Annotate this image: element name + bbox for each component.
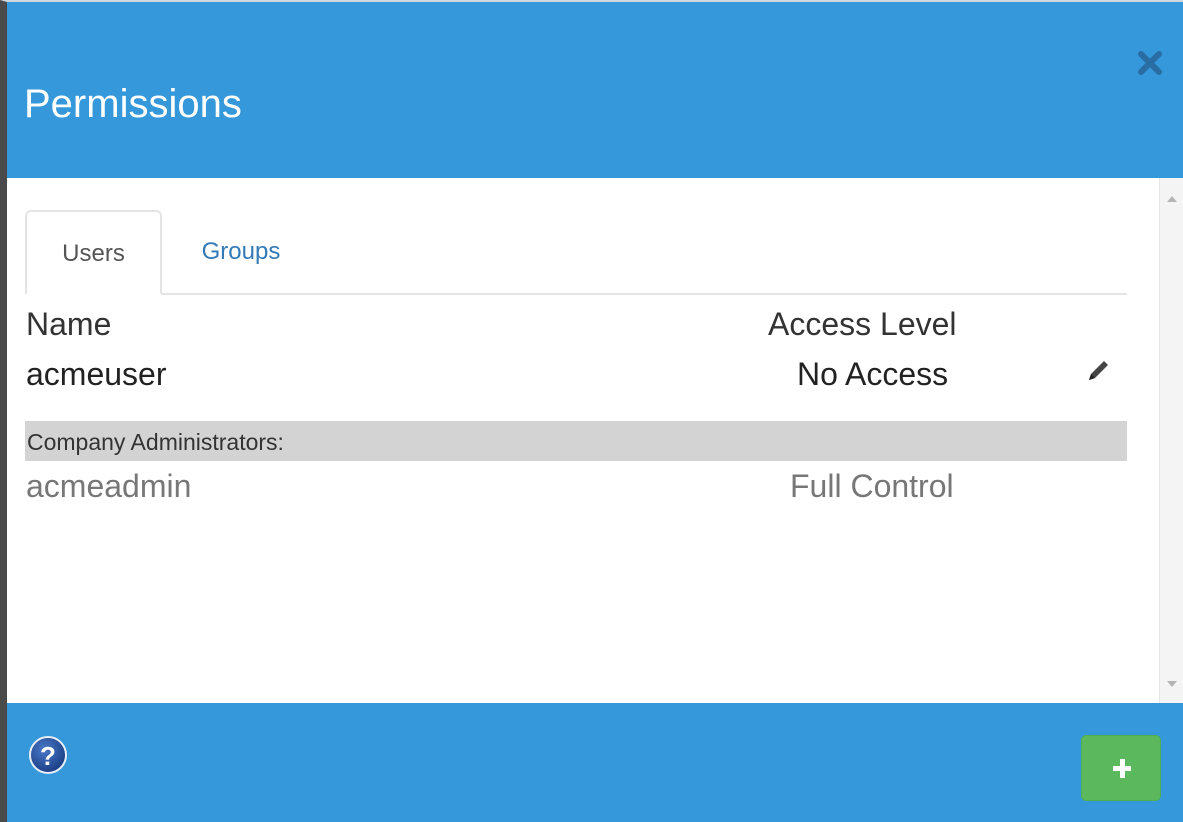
close-button[interactable] <box>1135 48 1165 78</box>
group-section-label: Company Administrators: <box>27 429 284 455</box>
column-header-name: Name <box>26 306 112 342</box>
group-member-name: acmeadmin <box>26 468 192 504</box>
group-section-header: Company Administrators: <box>25 421 1127 461</box>
column-header-access-level: Access Level <box>768 306 957 342</box>
scroll-down-arrow[interactable] <box>1167 681 1177 687</box>
help-button[interactable]: ? <box>28 735 68 775</box>
vertical-scrollbar[interactable] <box>1159 178 1183 703</box>
user-access-level: No Access <box>797 356 949 392</box>
scroll-up-arrow[interactable] <box>1167 196 1177 202</box>
dialog-header: Permissions <box>7 2 1183 178</box>
tab-groups[interactable]: Groups <box>162 210 320 295</box>
pencil-icon <box>1089 361 1108 380</box>
dialog-body: Users Groups Name Access Level acmeuser … <box>7 178 1183 703</box>
close-icon <box>1138 51 1162 75</box>
group-member-access-level: Full Control <box>790 468 954 504</box>
svg-text:?: ? <box>40 741 56 771</box>
dialog-footer: ? <box>7 703 1183 822</box>
permissions-dialog: Permissions Users Groups Name Access Lev… <box>0 0 1183 822</box>
dialog-title: Permissions <box>24 82 242 126</box>
edit-permission-button[interactable] <box>1081 354 1115 388</box>
add-permission-button[interactable] <box>1081 735 1161 801</box>
user-name: acmeuser <box>26 356 167 392</box>
tab-bar: Users Groups <box>25 210 1127 295</box>
help-icon: ? <box>29 736 67 774</box>
tab-users[interactable]: Users <box>25 210 162 295</box>
